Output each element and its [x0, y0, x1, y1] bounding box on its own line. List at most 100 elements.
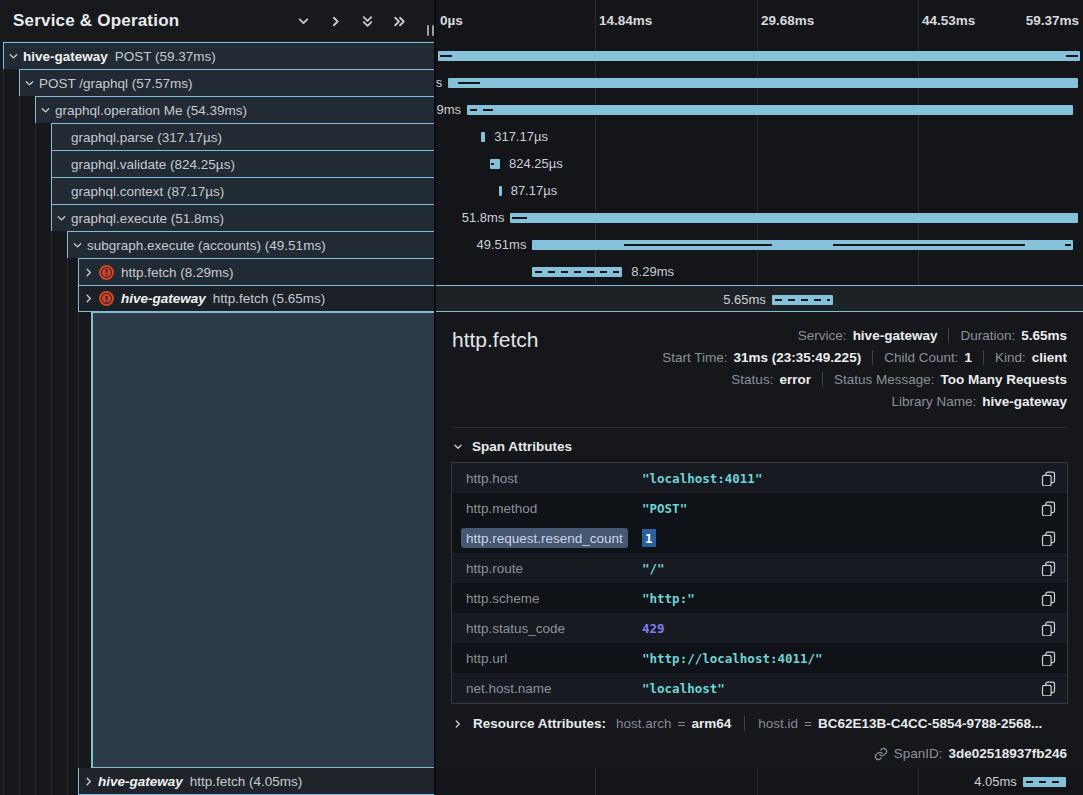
service-name: hive-gateway — [121, 291, 206, 306]
attribute-row[interactable]: http.method"POST" — [452, 493, 1067, 523]
timeline-tick: 0µs — [440, 13, 463, 28]
span-label: http.fetch (5.65ms) — [213, 291, 326, 306]
attribute-row[interactable]: http.scheme"http:" — [452, 583, 1067, 613]
copy-icon[interactable] — [1041, 621, 1056, 636]
equals-sign: = — [804, 716, 812, 731]
timeline-row[interactable]: 8.29ms — [436, 258, 1083, 285]
span-duration-bar[interactable] — [1023, 777, 1066, 787]
span-duration-bar[interactable] — [448, 78, 1078, 88]
selected-span-expanded-area — [91, 312, 434, 768]
double-chevron-right-icon[interactable] — [391, 13, 408, 30]
meta-label: Child Count: — [884, 350, 958, 365]
footer-timeline-row: 4.05ms — [436, 768, 1083, 795]
service-name: hive-gateway — [98, 774, 183, 789]
timeline-tick: 44.53ms — [922, 13, 975, 28]
span-label: graphql.validate (824.25µs) — [71, 157, 235, 172]
chevron-down-icon[interactable] — [70, 240, 85, 251]
span-tree-row[interactable]: graphql.validate (824.25µs) — [51, 150, 434, 177]
copy-icon[interactable] — [1041, 471, 1056, 486]
span-tree-row[interactable]: graphql.context (87.17µs) — [51, 177, 434, 204]
span-tree-row[interactable]: hive-gateway http.fetch (4.05ms) — [78, 768, 434, 795]
attribute-value: "http://localhost:4011/" — [642, 651, 1041, 666]
resource-divider — [744, 716, 745, 731]
attribute-row[interactable]: http.request.resend_count1 — [452, 523, 1067, 553]
timeline-row[interactable]: 87.17µs — [436, 177, 1083, 204]
copy-icon[interactable] — [1041, 501, 1056, 516]
tree-header: Service & Operation — [0, 0, 434, 42]
span-tree-row[interactable]: hive-gatewayPOST (59.37ms) — [3, 42, 434, 69]
timeline-row[interactable]: 54.39ms — [436, 96, 1083, 123]
timeline-row[interactable]: 824.25µs — [436, 150, 1083, 177]
bar-gap-segment — [491, 163, 495, 166]
attribute-row[interactable]: http.host"localhost:4011" — [452, 463, 1067, 493]
meta-value: error — [779, 372, 811, 387]
resource-value: arm64 — [691, 716, 731, 731]
span-duration-bar[interactable] — [532, 267, 622, 277]
chevron-down-icon[interactable] — [54, 213, 69, 224]
span-duration-label: 8.29ms — [631, 264, 674, 279]
chevron-down-icon[interactable] — [22, 78, 37, 89]
timeline-row[interactable]: 49.51ms — [436, 231, 1083, 258]
meta-label: Service: — [798, 328, 847, 343]
attribute-value: "localhost:4011" — [642, 471, 1041, 486]
timeline-row[interactable]: 5.65ms — [436, 285, 1083, 312]
double-chevron-down-icon[interactable] — [359, 13, 376, 30]
chevron-right-icon[interactable] — [81, 293, 96, 304]
span-duration-bar[interactable] — [499, 186, 501, 196]
span-duration-label: 4.05ms — [974, 774, 1017, 789]
copy-icon[interactable] — [1041, 591, 1056, 606]
timeline-row[interactable] — [436, 42, 1083, 69]
resource-attributes-row[interactable]: Resource Attributes: host.arch=arm64host… — [452, 716, 1042, 731]
span-attributes-header[interactable]: Span Attributes — [452, 439, 572, 454]
bar-gap-segment — [483, 109, 493, 112]
panel-resize-handle[interactable] — [427, 25, 434, 36]
span-label: http.fetch (4.05ms) — [190, 774, 303, 789]
span-tree-row[interactable]: graphql.parse (317.17µs) — [51, 123, 434, 150]
meta-value: 5.65ms — [1021, 328, 1067, 343]
error-icon — [99, 265, 114, 280]
attribute-value: 429 — [642, 621, 1041, 636]
details-divider — [452, 427, 1067, 428]
attribute-key: http.route — [452, 561, 642, 576]
span-tree-row[interactable]: http.fetch (8.29ms) — [78, 258, 434, 285]
span-duration-bar[interactable] — [510, 213, 1078, 223]
span-duration-bar[interactable] — [772, 295, 833, 305]
span-label: http.fetch (8.29ms) — [121, 265, 234, 280]
copy-icon[interactable] — [1041, 681, 1056, 696]
attribute-row[interactable]: http.route"/" — [452, 553, 1067, 583]
timeline-row[interactable]: 317.17µs — [436, 123, 1083, 150]
timeline-row[interactable]: 4.05ms — [436, 768, 1083, 795]
copy-icon[interactable] — [1041, 531, 1056, 546]
span-tree-row[interactable]: graphql.execute (51.8ms) — [51, 204, 434, 231]
timeline-row[interactable]: 57.57ms — [436, 69, 1083, 96]
chevron-right-icon[interactable] — [81, 776, 96, 787]
attribute-row[interactable]: http.url"http://localhost:4011/" — [452, 643, 1067, 673]
copy-icon[interactable] — [1041, 561, 1056, 576]
timeline-row[interactable]: 51.8ms — [436, 204, 1083, 231]
span-tree-row[interactable]: subgraph.execute (accounts) (49.51ms) — [67, 231, 434, 258]
chevron-down-icon[interactable] — [6, 51, 21, 62]
span-meta: Service:hive-gatewayDuration:5.65msStart… — [662, 324, 1067, 412]
meta-value: hive-gateway — [982, 394, 1067, 409]
attribute-row[interactable]: net.host.name"localhost" — [452, 673, 1067, 703]
span-duration-label: 54.39ms — [436, 102, 461, 117]
attribute-row[interactable]: http.status_code429 — [452, 613, 1067, 643]
meta-label: Status: — [731, 372, 773, 387]
timeline-panel: 0µs14.84ms29.68ms44.53ms59.37ms 57.57ms5… — [436, 0, 1083, 795]
attribute-value: "/" — [642, 561, 1041, 576]
attribute-value: "http:" — [642, 591, 1041, 606]
chevron-right-icon[interactable] — [327, 13, 344, 30]
span-tree-row[interactable]: POST /graphql (57.57ms) — [19, 69, 434, 96]
chevron-right-icon[interactable] — [81, 267, 96, 278]
indent-guide — [35, 42, 36, 795]
span-tree-row[interactable]: hive-gateway http.fetch (5.65ms) — [78, 285, 434, 312]
meta-value: hive-gateway — [853, 328, 938, 343]
tree-header-icons — [295, 0, 408, 42]
chevron-down-icon[interactable] — [38, 105, 53, 116]
span-tree-row[interactable]: graphql.operation Me (54.39ms) — [35, 96, 434, 123]
span-duration-bar[interactable] — [481, 132, 485, 142]
copy-icon[interactable] — [1041, 651, 1056, 666]
chevron-down-icon[interactable] — [295, 13, 312, 30]
span-duration-bar[interactable] — [438, 51, 1080, 61]
span-duration-bar[interactable] — [467, 105, 1073, 115]
